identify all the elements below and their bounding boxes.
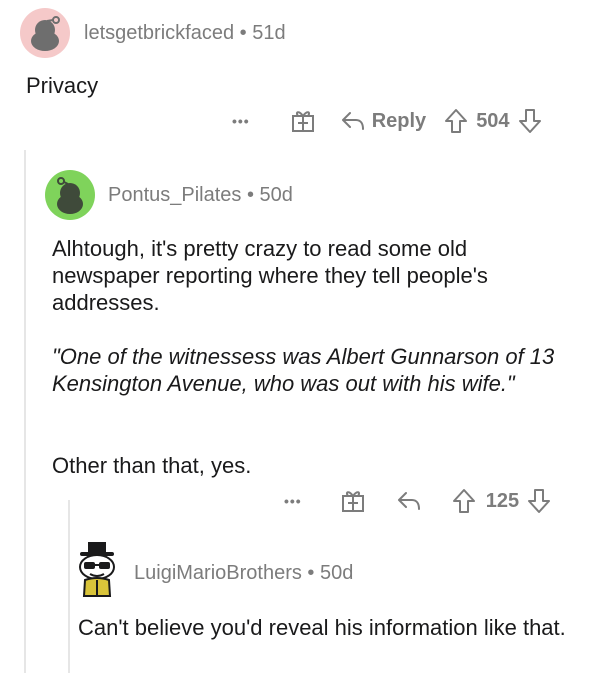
snoo-avatar-icon — [31, 16, 60, 51]
avatar[interactable] — [70, 540, 124, 598]
comment-age: 51d — [252, 22, 286, 44]
comment-paragraph: Alhtough, it's pretty crazy to read some… — [52, 236, 488, 315]
username[interactable]: Pontus_Pilates — [108, 184, 241, 206]
username[interactable]: LuigiMarioBrothers — [134, 562, 302, 584]
meta-separator: • — [307, 562, 320, 584]
comment-quote: "One of the witnessess was Albert Gunnar… — [52, 343, 572, 397]
reply-button[interactable]: Reply — [372, 110, 426, 133]
comment-actions: ••• 125 — [284, 488, 551, 514]
comment-actions: ••• Reply 504 — [232, 108, 542, 134]
snoo-avatar-icon — [57, 177, 83, 214]
avatar[interactable] — [20, 8, 70, 58]
award-icon[interactable] — [340, 489, 366, 513]
vote-score: 504 — [476, 109, 510, 132]
snoo-detective-avatar-icon — [79, 542, 115, 597]
meta-separator: • — [239, 22, 253, 44]
meta-separator: • — [246, 184, 260, 206]
comment-paragraph: Other than that, yes. — [52, 453, 252, 478]
thread-line-level1[interactable] — [24, 150, 26, 673]
more-options-button[interactable]: ••• — [284, 493, 302, 509]
comment-text: Can't believe you'd reveal his informati… — [78, 615, 566, 640]
award-icon[interactable] — [290, 109, 316, 133]
upvote-icon[interactable] — [444, 108, 468, 134]
comment-meta: Pontus_Pilates • 50d — [108, 184, 293, 207]
username[interactable]: letsgetbrickfaced — [84, 22, 234, 44]
reply-icon[interactable] — [340, 110, 366, 132]
comment-meta: letsgetbrickfaced • 51d — [84, 22, 286, 45]
comment-age: 50d — [319, 562, 354, 584]
downvote-icon[interactable] — [527, 488, 551, 514]
more-options-button[interactable]: ••• — [232, 113, 250, 129]
avatar[interactable] — [45, 170, 95, 220]
comment-meta: LuigiMarioBrothers • 50d — [134, 562, 353, 585]
quote-text: "One of the witnessess was Albert Gunnar… — [52, 344, 555, 396]
comment-age: 50d — [259, 184, 293, 206]
comment-text: Privacy — [26, 73, 99, 98]
downvote-icon[interactable] — [518, 108, 542, 134]
upvote-icon[interactable] — [452, 488, 476, 514]
reply-icon[interactable] — [396, 490, 422, 512]
vote-score: 125 — [485, 489, 520, 512]
